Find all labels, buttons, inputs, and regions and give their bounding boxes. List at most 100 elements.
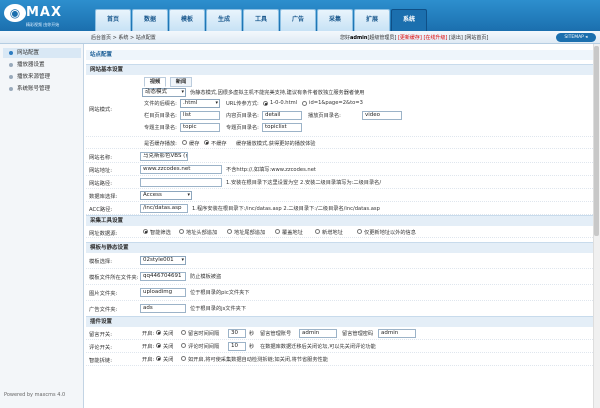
plugin-radio-close[interactable] — [156, 330, 161, 335]
sidebar-item-3[interactable]: 系统账号管理 — [3, 84, 81, 94]
site-row-input[interactable]: /inc/datas.asp — [140, 204, 188, 213]
collect-radio-0[interactable] — [143, 229, 148, 234]
plugin-row-0: 留言开关: 开启: 关闭 留言时间间隔 30 秒留言管理账号 admin 留言管理密码 admi… — [86, 327, 593, 340]
site-row-label: 网站名称: — [89, 155, 112, 161]
plugin-pw-input[interactable]: admin — [378, 329, 416, 338]
sidebar-item-2[interactable]: 播放来源管理 — [3, 72, 81, 82]
logo-mark: ◉ — [4, 4, 26, 22]
collect-option-label: 新增地址 — [322, 230, 343, 236]
username: admin — [350, 35, 368, 41]
collect-radio-2[interactable] — [227, 229, 232, 234]
scrollbar-thumb[interactable] — [594, 46, 599, 236]
collect-radio-1[interactable] — [179, 229, 184, 234]
greeting: 您好 — [340, 35, 351, 41]
cache-radio-off[interactable] — [204, 140, 209, 145]
site-row-input[interactable] — [140, 178, 222, 187]
plugin-radio-open[interactable] — [181, 356, 186, 361]
section-basic: 网站基本设置 — [86, 64, 593, 75]
bullet-icon — [9, 51, 13, 55]
content-dir-label: 内容页目录名: — [226, 113, 259, 119]
collect-radio-3[interactable] — [275, 229, 280, 234]
site-row-3: 数据库选择: Access — [86, 189, 593, 202]
plugin-row-1: 评论开关: 开启: 关闭 评论时间间隔 10 秒在数据库数据迁移后关闭论坛,可以先关闭评论… — [86, 340, 593, 353]
site-row-label: 网站路径: — [89, 181, 112, 187]
template-row-input[interactable]: uploadimg — [140, 288, 186, 297]
plugin-interval-label: 评论时间间隔 — [188, 344, 220, 350]
plugin-radio-open[interactable] — [181, 330, 186, 335]
breadcrumb: 后台首页 > 系统 > 站点配置 — [91, 35, 156, 41]
site-row-label: ACC路径: — [89, 207, 113, 213]
collect-option-label: 地址头部追加 — [186, 230, 218, 236]
collect-label: 网址数据源: — [89, 231, 118, 237]
nav-tab-3[interactable]: 生成 — [206, 9, 242, 31]
template-row-hint: 防止模板被盗 — [190, 274, 222, 280]
site-home-link[interactable]: [网站首页] — [464, 35, 488, 41]
col-dir-label: 栏目页目录名: — [144, 113, 177, 119]
col-dir-input[interactable]: list — [180, 111, 220, 120]
nav-tab-5[interactable]: 广告 — [280, 9, 316, 31]
section-template: 模板与静态设置 — [86, 242, 593, 253]
template-select[interactable]: 02style001 — [140, 256, 186, 265]
url-style-radio-1[interactable] — [263, 101, 268, 106]
subtab-news[interactable]: 新闻 — [170, 77, 192, 87]
play-dir-label: 播放页目录名: — [308, 113, 341, 119]
plugin-radio-close[interactable] — [156, 343, 161, 348]
template-row-label: 图片文件夹: — [89, 291, 118, 297]
topic-dir-input[interactable]: topic — [180, 123, 220, 132]
nav-tab-0[interactable]: 首页 — [95, 9, 131, 31]
row-run-mode: 网站模式: 视频 新闻 动态模式 伪静态模式,因很多虚拟主机不能完美支持,建议有… — [86, 75, 593, 137]
cache-radio-on[interactable] — [182, 140, 187, 145]
site-row-0: 网站名称: 马克斯影色VBS (商业源码网) — [86, 150, 593, 163]
plugin-admin-input[interactable]: admin — [299, 329, 337, 338]
nav-tab-7[interactable]: 扩展 — [354, 9, 390, 31]
plugin-radio-open[interactable] — [181, 343, 186, 348]
logout-link[interactable]: [退出] — [449, 35, 463, 41]
subtab-video[interactable]: 视频 — [144, 77, 166, 87]
site-row-hint: 1.程序安装在根目录下:/inc/datas.asp 2.二级目录下:/二级目录… — [192, 206, 380, 212]
ext-select[interactable]: .html — [180, 99, 220, 108]
mode-hint: 伪静态模式,因很多虚拟主机不能完美支持,建议有条件者放独立服务器者使用 — [190, 90, 365, 96]
nav-tab-1[interactable]: 数据 — [132, 9, 168, 31]
sidebar-item-0[interactable]: 网站配置 — [3, 48, 81, 58]
sitemap-button[interactable]: SITEMAP ◂ — [556, 33, 596, 42]
sidebar-item-label: 网站配置 — [17, 50, 40, 56]
play-dir-input[interactable]: video — [362, 111, 402, 120]
plugin-row-label: 评论开关: — [89, 345, 112, 351]
logo: ◉ MAX 精彩视频 由你开始 — [4, 3, 66, 29]
url-style-label: URL传参方式: — [226, 101, 259, 107]
row-cache: 是否缓存播放: 缓存 不缓存 缓存播放模式,获得更好的播放体验 — [86, 137, 593, 149]
plugin-interval-input[interactable]: 30 — [228, 329, 246, 338]
logo-brand: MAX — [26, 5, 63, 20]
nav-tab-4[interactable]: 工具 — [243, 9, 279, 31]
clear-cache-link[interactable]: [更新缓存] — [398, 35, 422, 41]
mode-select[interactable]: 动态模式 — [142, 88, 186, 97]
section-plugin: 插件设置 — [86, 316, 593, 327]
online-upgrade-link[interactable]: [在线升级] — [423, 35, 447, 41]
collect-radio-5[interactable] — [357, 229, 362, 234]
topiclist-dir-input[interactable]: topiclist — [262, 123, 302, 132]
nav-tab-2[interactable]: 模板 — [169, 9, 205, 31]
bullet-icon — [9, 87, 13, 91]
url-style-radio-2[interactable] — [302, 101, 307, 106]
template-row-input[interactable]: qq446704691 — [140, 272, 186, 281]
plugin-radio-close[interactable] — [156, 356, 161, 361]
site-row-input[interactable]: 马克斯影色VBS (商业源码网) — [140, 152, 188, 161]
sidebar-item-1[interactable]: 播放器设置 — [3, 60, 81, 70]
plugin-interval-input[interactable]: 10 — [228, 342, 246, 351]
site-row-hint: 1.安装在根目录下这里设置为空 2.安装二级目录填写为:二级目录名/ — [226, 180, 382, 186]
content-dir-input[interactable]: detail — [262, 111, 302, 120]
template-row-input[interactable]: ads — [140, 304, 186, 313]
nav-tab-6[interactable]: 采集 — [317, 9, 353, 31]
topic-dir-label: 专题主目录名: — [144, 125, 177, 131]
collect-option-label: 地址尾部追加 — [234, 230, 266, 236]
topiclist-dir-label: 专题页目录名: — [226, 125, 259, 131]
site-row-input[interactable]: www.zzcodes.net — [140, 165, 222, 174]
collect-option-label: 仅更新地址以外的信息 — [364, 230, 416, 236]
collect-radio-4[interactable] — [315, 229, 320, 234]
template-row-hint: 位于根目录的pic文件夹下 — [190, 290, 250, 296]
plugin-interval-unit: 秒 — [249, 344, 255, 350]
plugin-row-label: 留言开关: — [89, 332, 112, 338]
sidebar: 网站配置播放器设置播放来源管理 系统账号管理 — [0, 44, 84, 408]
db-select[interactable]: Access — [140, 191, 192, 200]
nav-tab-8[interactable]: 系统 — [391, 9, 427, 31]
